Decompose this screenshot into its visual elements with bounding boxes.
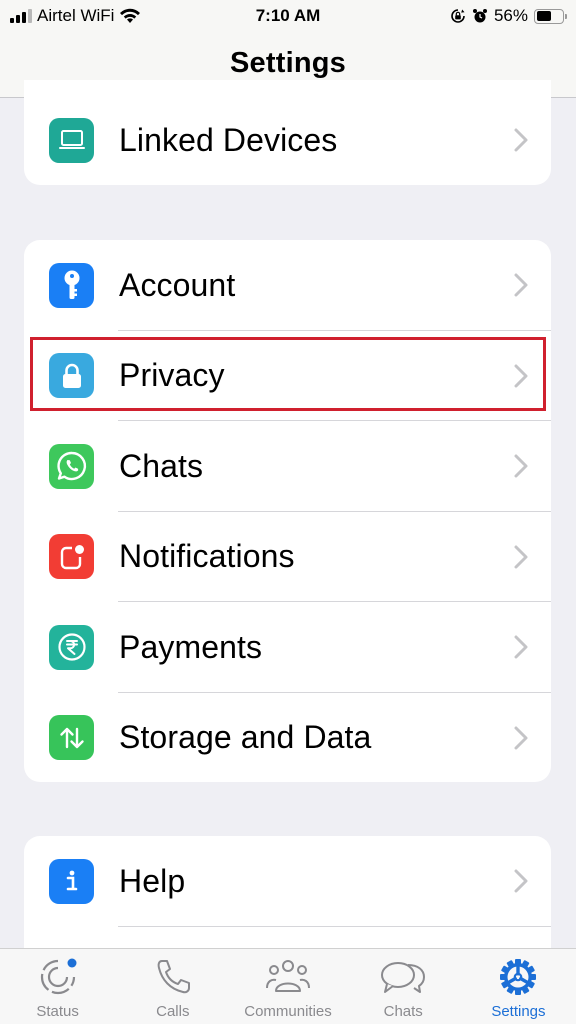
- chats-icon: [381, 962, 426, 993]
- tab-chats[interactable]: Chats: [346, 949, 461, 1024]
- settings-item-chats[interactable]: Chats: [24, 421, 551, 512]
- tab-label: Chats: [383, 1003, 423, 1020]
- laptop-icon: [49, 117, 94, 163]
- tab-calls[interactable]: Calls: [115, 949, 230, 1024]
- status-right: 56%: [450, 6, 567, 26]
- chevron-right-icon: [514, 273, 528, 297]
- settings-item-label: Storage and Data: [119, 719, 372, 756]
- settings-item-label: Notifications: [119, 538, 295, 575]
- tab-bar: Status Calls Communities Chats Settings: [0, 948, 576, 1024]
- whatsapp-icon: [49, 443, 94, 489]
- settings-item-storage-and-data[interactable]: Storage and Data: [24, 693, 551, 783]
- arrows-up-down-icon: [49, 715, 94, 761]
- settings-item-label: Linked Devices: [119, 121, 338, 158]
- chevron-right-icon: [514, 454, 528, 478]
- chevron-right-icon: [514, 128, 528, 152]
- settings-section-devices: Linked Devices: [24, 80, 551, 185]
- lock-icon: [49, 353, 94, 399]
- status-badge: [67, 958, 77, 968]
- key-icon: [49, 262, 94, 308]
- communities-icon: [266, 960, 310, 992]
- settings-item-privacy[interactable]: Privacy: [24, 331, 551, 421]
- orientation-lock-icon: [451, 9, 465, 23]
- chevron-right-icon: [514, 726, 528, 750]
- battery-percent: 56%: [493, 6, 528, 25]
- status-bar: Airtel WiFi 7:10 AM 56%: [0, 0, 576, 34]
- alarm-icon: [472, 9, 487, 23]
- status-icon: [40, 958, 77, 995]
- battery-fill: [536, 11, 551, 21]
- settings-item-linked-devices[interactable]: Linked Devices: [24, 95, 551, 185]
- tab-label: Calls: [156, 1003, 190, 1020]
- chevron-right-icon: [514, 545, 528, 569]
- tab-settings[interactable]: Settings: [461, 949, 576, 1024]
- settings-gear-icon: [500, 959, 537, 995]
- tab-label: Communities: [244, 1003, 332, 1020]
- chevron-right-icon: [514, 869, 528, 893]
- phone-icon: [157, 960, 190, 994]
- settings-item-label: Help: [119, 862, 186, 899]
- tab-communities[interactable]: Communities: [230, 949, 345, 1024]
- tab-label: Settings: [491, 1003, 546, 1020]
- battery-icon: [534, 8, 567, 24]
- settings-item-label: Account: [119, 266, 236, 303]
- tab-status[interactable]: Status: [0, 949, 115, 1024]
- info-icon: [49, 858, 94, 904]
- settings-item-label: Chats: [119, 447, 204, 484]
- chevron-right-icon: [514, 635, 528, 659]
- settings-item-payments[interactable]: Payments: [24, 602, 551, 693]
- settings-item-account[interactable]: Account: [24, 240, 551, 331]
- settings-item-help[interactable]: Help: [24, 836, 551, 927]
- row-divider: [118, 925, 551, 927]
- settings-item-notifications[interactable]: Notifications: [24, 512, 551, 602]
- settings-item-label: Privacy: [119, 357, 225, 394]
- chevron-right-icon: [514, 364, 528, 388]
- notification-icon: [49, 534, 94, 580]
- tab-label: Status: [36, 1003, 79, 1020]
- settings-item-label: Payments: [119, 628, 263, 665]
- rupee-icon: [49, 624, 94, 670]
- settings-section-main: Account Privacy Chats Notifications Paym…: [24, 240, 551, 782]
